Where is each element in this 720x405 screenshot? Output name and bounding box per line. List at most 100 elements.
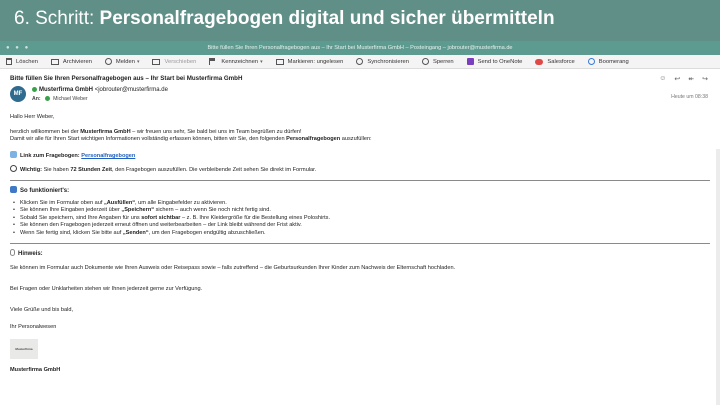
- avatar: MF: [10, 86, 26, 102]
- message-body: Hallo Herr Weber, herzlich willkommen be…: [10, 114, 710, 374]
- toolbar: Löschen Archivieren Melden ▾ Verschieben Kenn…: [0, 55, 720, 69]
- intro-text: herzlich willkommen bei der: [10, 129, 81, 135]
- link-label: Link zum Fragebogen:: [20, 153, 82, 159]
- toolbar-button-löschen[interactable]: Löschen: [6, 58, 38, 65]
- closing-text: Viele Grüße und bis bald,: [10, 307, 74, 314]
- company-logo: Musterfirma: [10, 339, 38, 360]
- logo-text: Musterfirma: [15, 346, 33, 351]
- clock-icon: [10, 165, 17, 172]
- toolbar-label: Synchronisieren: [367, 58, 409, 65]
- toolbar-button-sperren[interactable]: Sperren: [421, 58, 454, 65]
- step-text: sichern – auch wenn Sie noch nicht ferti…: [154, 207, 271, 214]
- recipient[interactable]: An: Michael Weber: [32, 95, 168, 104]
- flag-icon: [209, 58, 217, 65]
- mail-icon: [275, 58, 284, 65]
- report-icon: [104, 58, 112, 65]
- toolbar-button-boomerang[interactable]: Boomerang: [587, 58, 629, 65]
- trash-icon: [6, 58, 12, 65]
- step-text: Klicken Sie im Formular oben auf: [20, 200, 104, 206]
- block-icon: [421, 58, 429, 65]
- toolbar-button-synchronisieren[interactable]: Synchronisieren: [356, 58, 409, 65]
- toolbar-label: Löschen: [16, 58, 38, 65]
- toolbar-label: Salesforce: [547, 58, 575, 65]
- list-item: Sobald Sie speichern, sind Ihre Angaben …: [10, 214, 710, 223]
- sync-icon: [356, 58, 364, 65]
- step-text: Sobald Sie speichern, sind Ihre Angaben …: [20, 214, 142, 221]
- how-section: So funktioniert's: Klicken Sie im Formul…: [10, 186, 710, 237]
- steps-list: Klicken Sie im Formular oben auf „Ausfül…: [10, 200, 710, 237]
- reply-all-icon[interactable]: ↞: [688, 75, 694, 83]
- scrollbar[interactable]: [716, 149, 720, 405]
- slide-title: 6. Schritt: Personalfragebogen digital u…: [0, 0, 720, 40]
- toolbar-label: Verschieben: [164, 58, 197, 65]
- important-line: Wichtig: Sie haben 72 Stunden Zeit, den …: [10, 165, 710, 174]
- hint-section: Hinweis: Sie können im Formular auch Dok…: [10, 249, 710, 272]
- toolbar-label: Markieren: ungelesen: [287, 58, 344, 65]
- toolbar-label: Archivieren: [62, 58, 92, 65]
- boomerang-icon: [587, 58, 595, 65]
- intro-text: Damit wir alle für Ihren Start wichtigen…: [10, 136, 287, 142]
- toolbar-label: Send to OneNote: [477, 58, 523, 65]
- paperclip-icon: [10, 249, 15, 257]
- toolbar-button-send-to-onenote[interactable]: Send to OneNote: [466, 58, 523, 65]
- salesforce-icon: [535, 58, 544, 65]
- important-text: , den Fragebogen auszufüllen. Die verble…: [111, 167, 317, 173]
- list-item: Wenn Sie fertig sind, klicken Sie bitte …: [10, 229, 710, 238]
- divider: [10, 180, 710, 181]
- step-emphasis: sofort sichtbar: [141, 214, 181, 221]
- online-dot-icon: [32, 86, 37, 92]
- questions-text: Bei Fragen oder Unklarheiten stehen wir …: [10, 286, 203, 293]
- sender-row: MF Musterfirma GmbH <jobrouter@musterfir…: [10, 86, 710, 104]
- intro-text: auszufüllen:: [340, 136, 372, 142]
- window-title: Bitte füllen Sie Ihren Personalfrageboge…: [207, 45, 513, 51]
- list-item: Sie können Ihre Eingaben jederzeit über …: [10, 207, 710, 215]
- intro-text: – wir freuen uns sehr, Sie bald bei uns …: [130, 129, 302, 135]
- toolbar-button-kennzeichnen[interactable]: Kennzeichnen ▾: [209, 58, 263, 65]
- step-text: Sie können den Fragebogen jederzeit erne…: [20, 222, 302, 229]
- forward-icon[interactable]: ↪: [702, 75, 708, 83]
- move-icon: [152, 58, 161, 65]
- mail-window: ● ● ● Bitte füllen Sie Ihren Personalfra…: [0, 41, 720, 405]
- window-controls[interactable]: ● ● ●: [6, 41, 30, 55]
- sender-name: Musterfirma GmbH: [39, 87, 94, 93]
- deadline: 72 Stunden Zeit: [70, 167, 112, 173]
- toolbar-label: Melden: [115, 58, 135, 65]
- toolbar-button-markieren-ungelesen[interactable]: Markieren: ungelesen: [275, 58, 344, 65]
- important-text: Sie haben: [42, 167, 71, 173]
- window-titlebar: ● ● ● Bitte füllen Sie Ihren Personalfra…: [0, 41, 720, 55]
- team-name: Ihr Personalwesen: [10, 324, 57, 331]
- form-name: Personalfragebogen: [286, 136, 341, 142]
- reply-icon[interactable]: ↩: [674, 75, 680, 83]
- step-text: – z. B. Ihre Kleidergröße für die Bestel…: [180, 214, 331, 221]
- smiley-icon[interactable]: ☺: [659, 75, 666, 83]
- chevron-down-icon: ▾: [136, 58, 140, 65]
- link-icon: [10, 151, 17, 158]
- archive-icon: [50, 58, 59, 65]
- toolbar-label: Boomerang: [598, 58, 629, 65]
- link-line: Link zum Fragebogen: Personalfragebogen: [10, 151, 710, 160]
- message-actions: ☺ ↩ ↞ ↪: [659, 75, 708, 83]
- toolbar-button-melden[interactable]: Melden ▾: [104, 58, 140, 65]
- how-title: So funktioniert's:: [20, 188, 70, 194]
- toolbar-button-verschieben[interactable]: Verschieben: [152, 58, 197, 65]
- toolbar-label: Sperren: [432, 58, 454, 65]
- message-subject: Bitte füllen Sie Ihren Personalfrageboge…: [10, 75, 243, 82]
- sender[interactable]: Musterfirma GmbH <jobrouter@musterfirma.…: [32, 86, 168, 95]
- step-text: Sie können Ihre Eingaben jederzeit über: [20, 207, 122, 214]
- memo-icon: [10, 186, 17, 193]
- step-text: Wenn Sie fertig sind, klicken Sie bitte …: [20, 229, 123, 236]
- toolbar-label: Kennzeichnen: [221, 58, 259, 65]
- slide-heading: Personalfragebogen digital und sicher üb…: [99, 8, 555, 29]
- divider: [10, 243, 710, 245]
- hint-text: Sie können im Formular auch Dokumente wi…: [10, 265, 456, 272]
- company-name: Musterfirma GmbH: [80, 129, 131, 135]
- signature: Musterfirma GmbH: [10, 367, 61, 374]
- questionnaire-link[interactable]: Personalfragebogen: [81, 153, 135, 159]
- toolbar-button-salesforce[interactable]: Salesforce: [535, 58, 575, 65]
- step-text: , um alle Eingabefelder zu aktivieren.: [135, 200, 227, 206]
- toolbar-button-archivieren[interactable]: Archivieren: [50, 58, 92, 65]
- message-view: Bitte füllen Sie Ihren Personalfrageboge…: [0, 69, 720, 374]
- greeting: Hallo Herr Weber,: [10, 114, 55, 120]
- list-item: Klicken Sie im Formular oben auf „Ausfül…: [10, 200, 710, 208]
- step-emphasis: „Speichern“: [121, 207, 155, 214]
